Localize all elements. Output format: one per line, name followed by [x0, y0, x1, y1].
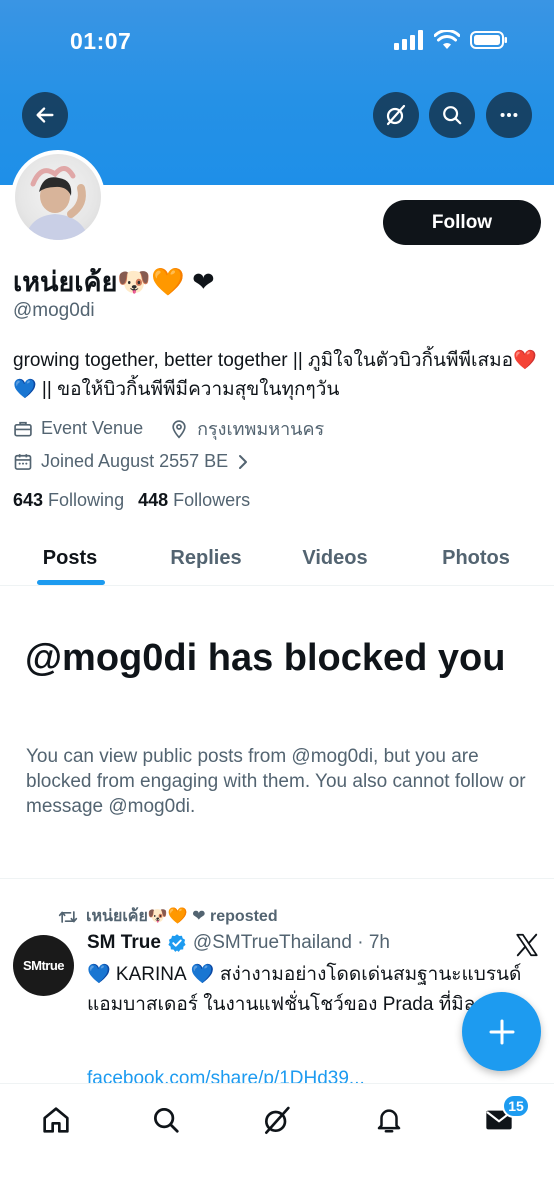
search-button[interactable]: [429, 92, 475, 138]
avatar-portrait-icon: [25, 166, 89, 240]
tab-replies[interactable]: Replies: [150, 530, 262, 586]
profile-joined-row[interactable]: Joined August 2557 BE: [13, 451, 250, 472]
tab-videos[interactable]: Videos: [282, 530, 388, 586]
repost-label: เหน่ยเค้ย🐶🧡 ❤ reposted: [86, 908, 278, 925]
more-icon: [500, 112, 518, 118]
x-logo-icon[interactable]: [514, 932, 540, 958]
home-icon: [43, 1107, 69, 1133]
cellular-signal-icon: [394, 30, 423, 50]
blocked-title: @mog0di has blocked you: [25, 637, 506, 679]
tab-photos[interactable]: Photos: [420, 530, 532, 586]
followers-link[interactable]: 448 Followers: [138, 490, 250, 511]
nav-search[interactable]: [146, 1102, 186, 1138]
messages-badge: 15: [502, 1094, 530, 1118]
post-header: SM True @SMTrueThailand · 7h: [87, 932, 390, 954]
more-button[interactable]: [486, 92, 532, 138]
grok-icon: [265, 1106, 290, 1134]
status-icons: [394, 30, 508, 50]
repost-indicator: เหน่ยเค้ย🐶🧡 ❤ reposted: [58, 904, 278, 929]
calendar-icon: [14, 453, 32, 470]
post-author-name[interactable]: SM True: [87, 932, 161, 954]
following-label: Following: [48, 490, 125, 510]
profile-bio: growing together, better together || ภูม…: [13, 350, 537, 400]
tab-posts[interactable]: Posts: [20, 530, 120, 586]
briefcase-icon: [14, 421, 32, 436]
follow-button[interactable]: Follow: [383, 200, 541, 245]
post-handle-time: @SMTrueThailand · 7h: [192, 932, 390, 953]
profile-tabs: Posts Replies Videos Photos: [0, 530, 554, 586]
compose-button[interactable]: [462, 992, 541, 1071]
active-tab-indicator: [37, 580, 105, 585]
plus-icon: [489, 1019, 514, 1044]
nav-grok[interactable]: [257, 1102, 297, 1138]
follow-counts: 643 Following 448 Followers: [13, 490, 250, 511]
post-author-avatar[interactable]: SMtrue: [13, 935, 74, 996]
followers-count: 448: [138, 490, 169, 510]
profile-avatar[interactable]: [11, 150, 105, 244]
arrow-left-icon: [36, 107, 54, 123]
nav-home[interactable]: [36, 1102, 76, 1138]
back-button[interactable]: [22, 92, 68, 138]
blocked-description: You can view public posts from @mog0di, …: [26, 746, 526, 817]
profile-location: กรุงเทพมหานคร: [197, 419, 325, 439]
followers-label: Followers: [173, 490, 251, 510]
grok-icon: [386, 104, 406, 126]
profile-joined: Joined August 2557 BE: [41, 451, 229, 471]
search-icon: [154, 1108, 179, 1133]
search-icon: [443, 106, 462, 125]
profile-handle: @mog0di: [13, 300, 95, 321]
repost-icon: [58, 910, 78, 923]
notifications-icon: [377, 1109, 401, 1133]
following-count: 643: [13, 490, 44, 510]
grok-button[interactable]: [373, 92, 419, 138]
following-link[interactable]: 643 Following: [13, 490, 124, 511]
wifi-icon: [434, 30, 460, 49]
profile-meta-row: Event Venue กรุงเทพมหานคร: [13, 414, 324, 443]
status-time: 01:07: [70, 28, 132, 54]
nav-notifications[interactable]: [369, 1102, 409, 1138]
bottom-navigation: [0, 1083, 554, 1200]
chevron-right-icon: [239, 454, 248, 469]
section-divider: [0, 878, 554, 879]
battery-icon: [470, 31, 507, 49]
location-pin-icon: [172, 419, 186, 439]
profile-category: Event Venue: [41, 418, 144, 438]
verified-badge-icon: [168, 934, 186, 952]
status-bar: 01:07: [0, 0, 554, 80]
avatar-photo: [15, 154, 101, 240]
profile-display-name: เหน่ยเค้ย🐶🧡 ❤: [13, 267, 215, 297]
